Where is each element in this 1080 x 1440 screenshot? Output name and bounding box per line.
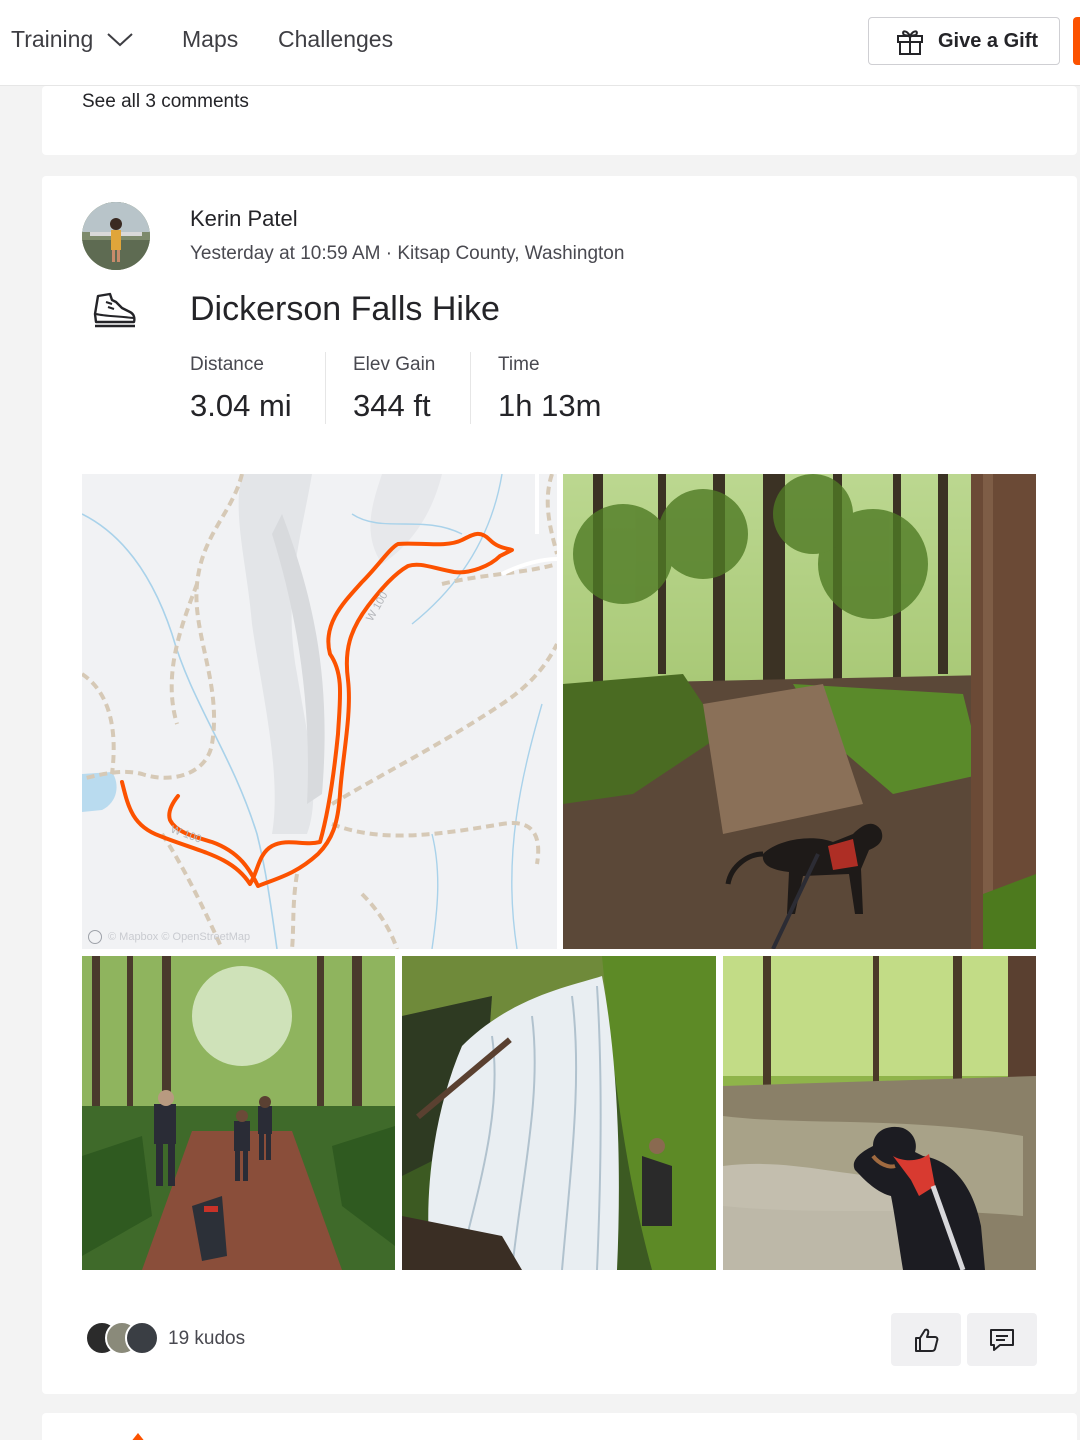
hiking-shoe-icon (93, 292, 136, 328)
comment-icon (990, 1328, 1014, 1351)
stat-divider (470, 352, 471, 424)
stat-time: Time 1h 13m (498, 354, 601, 424)
give-kudos-button[interactable] (891, 1313, 961, 1366)
nav-challenges[interactable]: Challenges (278, 26, 393, 53)
chevron-down-icon (107, 32, 133, 46)
next-activity-card (42, 1413, 1077, 1440)
see-all-comments-link[interactable]: See all 3 comments (82, 91, 249, 113)
stat-time-label: Time (498, 354, 540, 375)
orange-button-edge[interactable] (1073, 17, 1080, 65)
stat-divider (325, 352, 326, 424)
dog-creek-photo (723, 956, 1036, 1270)
kudos-count[interactable]: 19 kudos (168, 1328, 245, 1350)
thumbs-up-icon (915, 1328, 939, 1352)
map-attribution: © Mapbox © OpenStreetMap (88, 930, 250, 944)
nav-training-label: Training (11, 26, 94, 52)
mapbox-logo-icon (88, 930, 102, 944)
activity-card: Kerin Patel Yesterday at 10:59 AM · Kits… (42, 176, 1077, 1394)
comment-button[interactable] (967, 1313, 1037, 1366)
stat-elev-gain-value: 344 ft (353, 388, 431, 423)
stat-distance-label: Distance (190, 354, 264, 375)
activity-meta: Yesterday at 10:59 AM · Kitsap County, W… (190, 243, 625, 264)
kudos-avatars[interactable] (85, 1321, 165, 1357)
stat-elev-gain-label: Elev Gain (353, 354, 436, 375)
strava-logo-icon (132, 1433, 144, 1440)
stat-distance: Distance 3.04 mi (190, 354, 292, 424)
avatar[interactable] (82, 202, 150, 270)
nav-training[interactable]: Training (11, 26, 133, 53)
route-map[interactable]: W 100 W 100 © Mapbox © OpenStreetMap (82, 474, 557, 949)
stat-distance-value: 3.04 mi (190, 388, 292, 423)
map-attribution-text: © Mapbox © OpenStreetMap (108, 931, 251, 943)
previous-activity-card: See all 3 comments (42, 86, 1077, 155)
give-a-gift-button[interactable]: Give a Gift (868, 17, 1060, 65)
stat-time-value: 1h 13m (498, 388, 602, 423)
activity-photo[interactable] (563, 474, 1036, 949)
forest-trail-photo (563, 474, 1036, 949)
activity-title[interactable]: Dickerson Falls Hike (190, 290, 500, 329)
waterfall-photo (402, 956, 716, 1270)
give-a-gift-label: Give a Gift (938, 29, 1039, 52)
top-navigation: Training Maps Challenges Give a Gift (0, 0, 1080, 86)
gift-icon (897, 30, 923, 55)
activity-photo[interactable] (723, 956, 1036, 1270)
stat-elev-gain: Elev Gain 344 ft (353, 354, 435, 424)
hikers-trail-photo (82, 956, 395, 1270)
avatar (125, 1321, 159, 1355)
nav-maps[interactable]: Maps (182, 26, 238, 53)
activity-photo[interactable] (82, 956, 395, 1270)
activity-photo[interactable] (402, 956, 716, 1270)
athlete-name[interactable]: Kerin Patel (190, 206, 298, 232)
route-map-graphic: W 100 W 100 (82, 474, 557, 949)
avatar-photo (82, 202, 150, 270)
